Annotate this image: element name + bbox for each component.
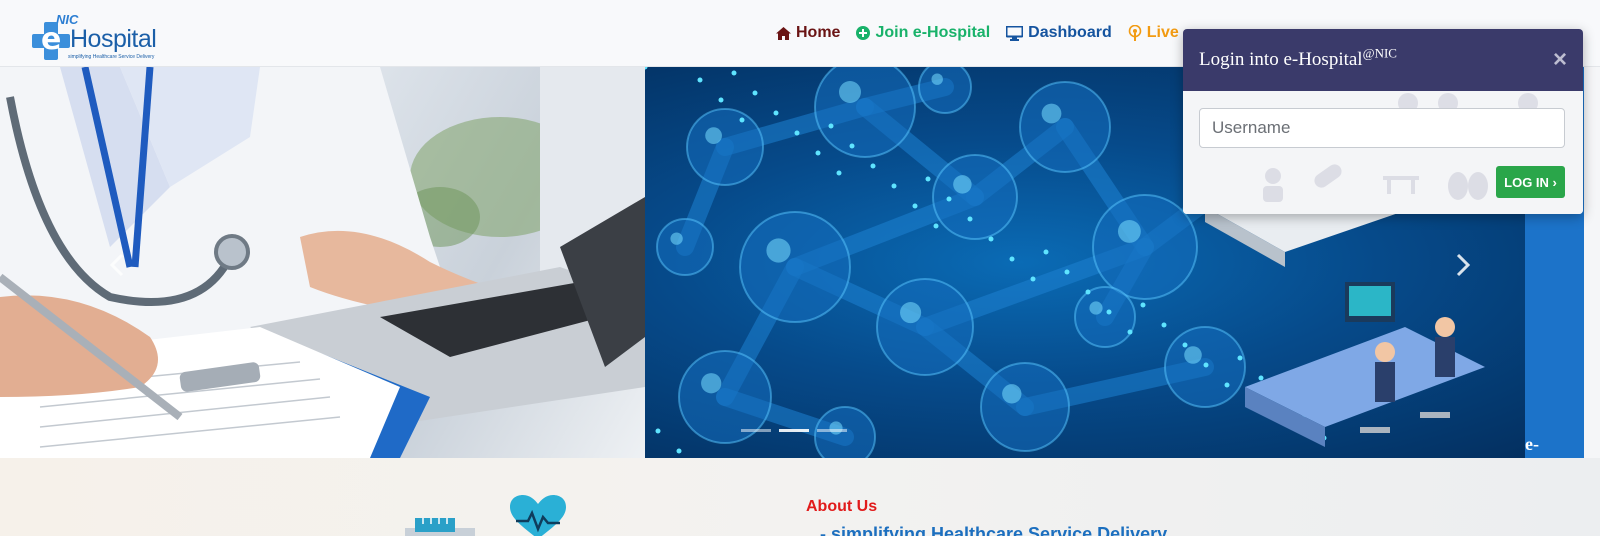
monitor-icon [1006, 25, 1024, 41]
carousel-prev-button[interactable] [108, 253, 126, 277]
chevron-left-icon [109, 253, 124, 277]
plus-circle-icon [856, 26, 871, 40]
nav-live-label: Live [1146, 24, 1179, 41]
login-title-text: Login into e-Hospital [1199, 49, 1363, 70]
doctor-laptop-illustration [0, 67, 645, 458]
login-button[interactable]: LOG IN › [1496, 166, 1565, 198]
nav-dashboard-label: Dashboard [1028, 24, 1112, 41]
home-icon [776, 26, 791, 40]
nav-join-label: Join e-Hospital [875, 24, 991, 41]
heart-pulse-icon [510, 495, 566, 536]
ehospital-logo[interactable]: NIC e Hospital simplifying Healthcare Se… [30, 12, 160, 64]
carousel-indicator[interactable] [817, 429, 847, 432]
nav-dashboard[interactable]: Dashboard [1006, 24, 1112, 42]
carousel-indicators [741, 429, 847, 432]
login-header: Login into e-Hospital@NIC × [1183, 29, 1583, 91]
username-input[interactable] [1199, 108, 1565, 148]
nav-home-label: Home [796, 24, 841, 41]
close-icon[interactable]: × [1553, 48, 1567, 72]
login-dialog: Login into e-Hospital@NIC × LOG IN › [1183, 29, 1583, 214]
logo-letter: e [41, 22, 62, 57]
broadcast-icon [1128, 25, 1142, 41]
nav-live[interactable]: Live [1128, 24, 1179, 42]
logo-hospital-text: Hospital [70, 25, 157, 53]
carousel-indicator[interactable] [779, 429, 809, 432]
chevron-right-icon [1456, 253, 1471, 277]
doctor-laptop-image [0, 67, 645, 458]
about-section: About Us - simplifying Healthcare Servic… [0, 458, 1600, 536]
svg-text:e-: e- [1525, 434, 1539, 454]
about-subtitle: - simplifying Healthcare Service Deliver… [820, 524, 1168, 536]
about-us-heading: About Us [806, 498, 878, 515]
carousel-next-button[interactable] [1454, 253, 1472, 277]
carousel-indicator[interactable] [741, 429, 771, 432]
syringe-icon [405, 518, 475, 536]
logo-tagline: simplifying Healthcare Service Delivery [68, 54, 155, 60]
nav-home[interactable]: Home [776, 24, 840, 42]
login-title: Login into e-Hospital@NIC [1199, 45, 1397, 71]
medical-cross-icon: e [32, 22, 70, 60]
login-title-sup: @NIC [1362, 45, 1397, 61]
nav-join[interactable]: Join e-Hospital [856, 24, 990, 42]
main-nav: Home Join e-Hospital Dashboard Live [776, 24, 1179, 42]
login-body: LOG IN › [1183, 91, 1583, 214]
